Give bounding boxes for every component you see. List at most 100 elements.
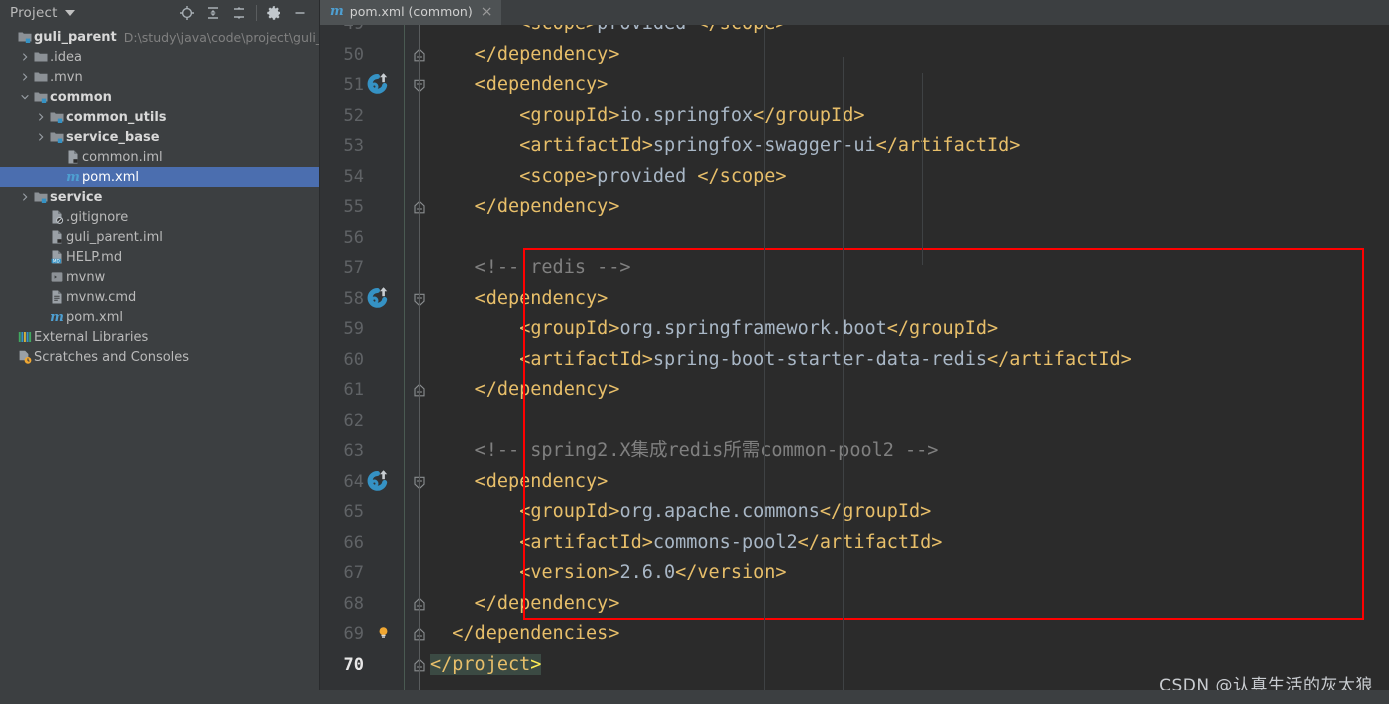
line-number: 69: [343, 624, 364, 644]
xml-comment: <!-- redis -->: [474, 257, 631, 278]
xml-tag: </artifactId>: [797, 531, 943, 553]
xml-value: provided: [597, 25, 697, 34]
tree-item-mvnw[interactable]: mvnw: [0, 267, 319, 287]
expand-all-icon[interactable]: [200, 1, 226, 25]
intention-bulb-icon[interactable]: [376, 625, 391, 640]
chevron-right-icon[interactable]: [18, 47, 32, 67]
chevron-right-icon[interactable]: [18, 67, 32, 87]
code-line[interactable]: <groupId>org.springframework.boot</group…: [519, 314, 998, 345]
code-line[interactable]: <dependency>: [475, 467, 609, 498]
project-tree[interactable]: guli_parent D:\study\java\code\project\gu…: [0, 25, 319, 704]
chevron-right-icon[interactable]: [34, 127, 48, 147]
tree-item-idea[interactable]: .idea: [0, 47, 319, 67]
tree-item-gitignore[interactable]: .gitignore: [0, 207, 319, 227]
line-number: 57: [343, 258, 364, 278]
editor-gutter[interactable]: 49 50 51 52 53 54 55 56 57 58 59 60 61 62 63 64 65 66 67 68…: [320, 25, 425, 704]
editor-tab-pom-xml[interactable]: m pom.xml (common) ×: [320, 0, 502, 25]
code-line[interactable]: </dependency>: [475, 40, 620, 71]
xml-tag: </artifactId>: [986, 348, 1132, 370]
editor-tab-label: pom.xml (common): [349, 4, 473, 19]
chevron-right-icon[interactable]: [34, 107, 48, 127]
settings-gear-icon[interactable]: [261, 1, 287, 25]
chevron-right-icon[interactable]: [18, 187, 32, 207]
code-text: <dependency>: [475, 74, 609, 95]
tree-item-guli-parent[interactable]: guli_parent D:\study\java\code\project\gu…: [0, 27, 319, 47]
tree-item-service-base[interactable]: service_base: [0, 127, 319, 147]
code-line[interactable]: </dependency>: [475, 192, 620, 223]
indent-guide: [764, 25, 765, 704]
code-text: <!-- redis -->: [475, 257, 631, 278]
code-line[interactable]: </dependency>: [475, 589, 620, 620]
tree-item-pom-xml[interactable]: m pom.xml: [0, 167, 319, 187]
code-viewport[interactable]: 49 50 51 52 53 54 55 56 57 58 59 60 61 62 63 64 65 66 67 68…: [320, 25, 1389, 704]
xml-tag: </artifactId>: [875, 135, 1021, 156]
line-number: 64: [343, 471, 364, 492]
code-content[interactable]: <scope>provided </scope></dependency><de…: [430, 25, 1389, 704]
tree-item-scratches-and-consoles[interactable]: Scratches and Consoles: [0, 347, 319, 367]
line-number: 54: [343, 166, 364, 187]
tree-item-label: Scratches and Consoles: [34, 349, 190, 365]
tree-item-external-libraries[interactable]: External Libraries: [0, 327, 319, 347]
line-number: 58: [343, 288, 364, 309]
module-folder-icon: [16, 27, 34, 47]
xml-tag: </groupId>: [753, 104, 865, 126]
tree-item-label: service: [50, 189, 103, 205]
tree-item-common[interactable]: common: [0, 87, 319, 107]
editor-area: m pom.xml (common) × 49 50 51 52 53 54 55 56 57 5…: [320, 0, 1389, 704]
code-line[interactable]: <scope>provided </scope>: [519, 25, 786, 40]
code-line[interactable]: <groupId>org.apache.commons</groupId>: [519, 497, 931, 528]
code-text: <artifactId>spring-boot-starter-data-red…: [519, 349, 1132, 370]
tree-item-mvnw-cmd[interactable]: mvnw.cmd: [0, 287, 319, 307]
locate-target-icon[interactable]: [174, 1, 200, 25]
xml-tag: <groupId>: [519, 318, 620, 339]
maven-reload-icon[interactable]: [364, 71, 390, 97]
tree-item-common-iml[interactable]: common.iml: [0, 147, 319, 167]
line-number: 61: [343, 380, 364, 400]
tree-item-help-md[interactable]: MD HELP.md: [0, 247, 319, 267]
code-line[interactable]: <dependency>: [475, 70, 609, 101]
code-line[interactable]: </dependencies>: [452, 619, 619, 650]
tree-item-pom-xml[interactable]: m pom.xml: [0, 307, 319, 327]
xml-tag: <artifactId>: [519, 531, 653, 553]
code-line[interactable]: <groupId>io.springfox</groupId>: [519, 101, 864, 132]
code-line[interactable]: <artifactId>springfox-swagger-ui</artifa…: [519, 131, 1020, 162]
line-number: 55: [343, 197, 364, 217]
svg-text:MD: MD: [53, 258, 60, 263]
line-number: 53: [343, 136, 364, 156]
collapse-all-icon[interactable]: [226, 1, 252, 25]
code-line[interactable]: <dependency>: [475, 284, 609, 315]
chevron-down-icon[interactable]: [64, 9, 75, 16]
code-text: </dependency>: [475, 379, 620, 400]
code-line[interactable]: <!-- redis -->: [475, 253, 631, 284]
maven-reload-icon[interactable]: [364, 468, 390, 494]
hide-panel-icon[interactable]: [287, 1, 313, 25]
code-line[interactable]: </project>: [430, 650, 542, 681]
status-bar: [0, 690, 1389, 704]
code-line[interactable]: <scope>provided </scope>: [519, 162, 786, 193]
code-line[interactable]: </dependency>: [475, 375, 620, 406]
tree-item-mvn[interactable]: .mvn: [0, 67, 319, 87]
tree-item-service[interactable]: service: [0, 187, 319, 207]
maven-reload-icon[interactable]: [364, 285, 390, 311]
xml-tag: <groupId>: [519, 501, 620, 522]
tree-item-label: pom.xml: [82, 169, 139, 185]
tree-item-label: HELP.md: [66, 249, 123, 265]
chevron-down-icon[interactable]: [18, 87, 32, 107]
fold-rail: [419, 25, 420, 704]
cmd-file-icon: [48, 287, 66, 307]
code-line[interactable]: <!-- spring2.X集成redis所需common-pool2 -->: [475, 436, 939, 467]
code-line[interactable]: <version>2.6.0</version>: [519, 558, 786, 589]
tree-item-common-utils[interactable]: common_utils: [0, 107, 319, 127]
xml-value: org.apache.commons: [619, 501, 820, 522]
code-line[interactable]: <artifactId>spring-boot-starter-data-red…: [519, 345, 1132, 376]
close-icon[interactable]: ×: [479, 5, 495, 19]
tree-item-label: common_utils: [66, 109, 167, 125]
iml-file-icon: [48, 227, 66, 247]
xml-value: io.springfox: [619, 104, 754, 126]
xml-tag: <scope>: [519, 165, 598, 187]
code-line[interactable]: <artifactId>commons-pool2</artifactId>: [519, 528, 942, 559]
code-text: <groupId>org.apache.commons</groupId>: [519, 501, 931, 522]
tree-item-guli-parent-iml[interactable]: guli_parent.iml: [0, 227, 319, 247]
